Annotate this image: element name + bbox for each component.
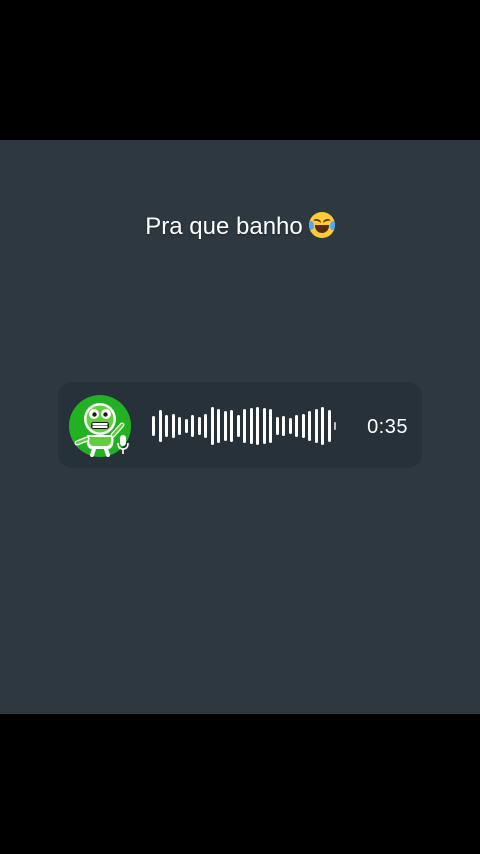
waveform-bar [282, 416, 285, 436]
waveform-bar [178, 417, 181, 435]
waveform-bar [308, 411, 311, 441]
waveform-bar [191, 415, 194, 437]
waveform-bar [328, 410, 331, 442]
waveform-bar [269, 409, 272, 443]
microphone-icon [116, 434, 130, 456]
waveform-bar [256, 407, 259, 445]
waveform-bar [224, 411, 227, 441]
waveform-bar [295, 415, 298, 437]
waveform-bar [250, 408, 253, 444]
waveform-bar [334, 422, 336, 430]
laughing-emoji-icon [308, 212, 335, 238]
waveform-bar [230, 410, 233, 442]
waveform-bar [172, 414, 175, 438]
waveform-bar [165, 415, 168, 437]
waveform-bar [243, 409, 246, 443]
waveform-bar [185, 419, 188, 433]
waveform-bar [263, 408, 266, 444]
caption-text: Pra que banho [0, 212, 480, 241]
waveform-bar [315, 409, 318, 443]
waveform-bar [152, 416, 155, 436]
caption-label: Pra que banho [145, 213, 303, 240]
audio-waveform[interactable] [152, 406, 342, 446]
waveform-bar [302, 414, 305, 438]
voice-message-bubble[interactable]: 0:35 [58, 382, 422, 468]
waveform-bar [217, 409, 220, 443]
waveform-bar [204, 414, 207, 438]
waveform-bar [289, 418, 292, 434]
waveform-bar [159, 410, 162, 442]
waveform-bar [321, 407, 324, 445]
waveform-bar [276, 417, 279, 435]
voice-duration: 0:35 [367, 416, 408, 438]
waveform-bar [198, 417, 201, 435]
waveform-bar [237, 415, 240, 437]
waveform-bar [211, 407, 214, 445]
